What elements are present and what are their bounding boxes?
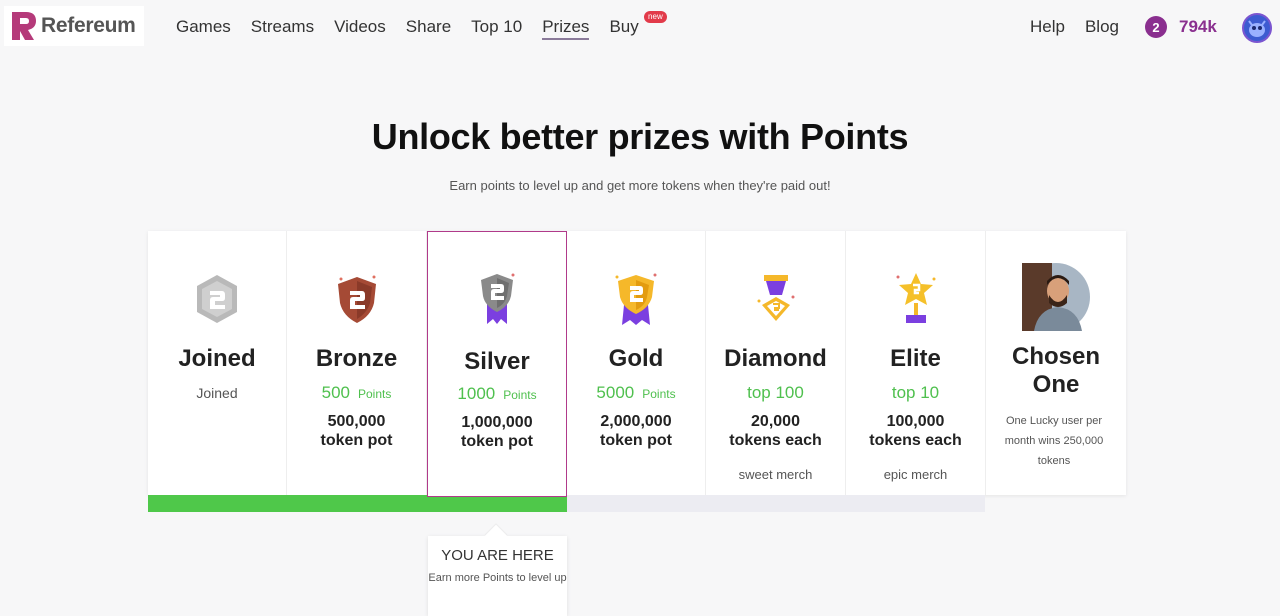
tier-joined: Joined Joined — [148, 231, 287, 495]
tier-points-unit: Points — [642, 387, 676, 401]
tier-reward-label: tokens each — [729, 432, 822, 449]
tier-pot-label: token pot — [600, 432, 672, 449]
gray-hexagon-icon — [197, 275, 237, 323]
tier-chosen-one: Chosen One One Lucky user per month wins … — [986, 231, 1126, 495]
tier-token-pot: 1,000,000 token pot — [428, 413, 566, 451]
avatar-creature-icon — [1244, 15, 1270, 41]
nav-item-games[interactable]: Games — [176, 17, 231, 40]
top-nav-bar: Refereum Games Streams Videos Share Top … — [0, 0, 1280, 56]
tier-token-reward: 100,000 tokens each — [846, 412, 985, 450]
tier-reward-amount: 100,000 — [886, 413, 945, 430]
tier-token-pot: 500,000 token pot — [287, 412, 426, 450]
tier-token-reward: 20,000 tokens each — [706, 412, 845, 450]
tier-merch: epic merch — [883, 467, 948, 482]
tier-pot-amount: 1,000,000 — [461, 414, 533, 431]
user-photo — [1022, 263, 1090, 331]
tier-name: Bronze — [315, 345, 398, 372]
page-title: Unlock better prizes with Points — [371, 116, 909, 157]
tier-reward-label: tokens each — [869, 432, 962, 449]
silver-ribbon-icon — [481, 273, 515, 324]
tier-points: 1000 Points — [428, 384, 566, 404]
you-are-here-title: YOU ARE HERE — [441, 547, 554, 564]
tier-silver: Silver 1000 Points 1,000,000 token pot — [427, 231, 567, 497]
refereum-logo[interactable]: Refereum — [4, 6, 144, 46]
tier-diamond: Diamond top 100 20,000 tokens each sweet … — [706, 231, 846, 495]
tier-name-line: Chosen — [1011, 343, 1100, 370]
tier-pot-label: token pot — [461, 433, 533, 450]
nav-item-share[interactable]: Share — [406, 17, 451, 40]
nav-item-prizes[interactable]: Prizes — [542, 17, 590, 40]
tier-rank: top 100 — [747, 383, 804, 402]
tier-points-unit: Points — [358, 387, 392, 401]
tier-points-value: 500 — [321, 383, 350, 402]
tier-name: Joined — [178, 345, 256, 372]
tier-bronze: Bronze 500 Points 500,000 token pot — [287, 231, 427, 495]
tier-cards: Joined Joined Bronze 500 Points 500,000 to… — [148, 231, 1126, 497]
nav-item-buy[interactable]: Buy new — [609, 11, 667, 40]
nav-item-help[interactable]: Help — [1030, 17, 1065, 37]
bronze-shield-icon — [337, 275, 376, 323]
points-balance[interactable]: 2 794k — [1145, 16, 1217, 38]
tier-name: Chosen One — [986, 343, 1126, 399]
tier-pot-amount: 500,000 — [327, 413, 386, 430]
gold-ribbon-icon — [615, 273, 657, 325]
nav-item-streams[interactable]: Streams — [251, 17, 314, 40]
tier-points: 5000 Points — [567, 383, 705, 403]
tier-name: Diamond — [724, 345, 827, 372]
tier-reward-amount: 20,000 — [751, 413, 800, 430]
main-nav: Games Streams Videos Share Top 10 Prizes… — [176, 11, 667, 40]
you-are-here-subtitle: Earn more Points to level up — [428, 572, 567, 584]
tier-status: Joined — [196, 385, 238, 401]
brand-name: Refereum — [41, 14, 136, 37]
tier-rank: top 10 — [891, 383, 940, 402]
page-subtitle: Earn points to level up and get more tok… — [449, 178, 831, 193]
new-badge: new — [644, 11, 667, 23]
tier-description: One Lucky user per month wins 250,000 to… — [1004, 415, 1104, 467]
tier-points: 500 Points — [287, 383, 426, 403]
tier-name: Elite — [890, 345, 941, 372]
you-are-here-tooltip: YOU ARE HERE Earn more Points to level u… — [428, 536, 567, 616]
tier-pot-amount: 2,000,000 — [600, 413, 672, 430]
nav-item-videos[interactable]: Videos — [334, 17, 386, 40]
tier-merch: sweet merch — [738, 467, 813, 482]
star-trophy-icon — [896, 273, 935, 323]
tier-points-value: 1000 — [457, 384, 496, 403]
tier-name: Silver — [464, 348, 530, 375]
nav-item-buy-label: Buy — [609, 17, 639, 36]
diamond-medal-icon — [757, 275, 794, 321]
tier-points-value: 5000 — [596, 383, 635, 402]
user-avatar[interactable] — [1242, 13, 1272, 43]
nav-item-top-10[interactable]: Top 10 — [471, 17, 522, 40]
level-progress-bar — [148, 495, 985, 512]
tier-points-unit: Points — [503, 388, 537, 402]
points-value: 794k — [1179, 17, 1217, 36]
points-coin-icon: 2 — [1145, 16, 1167, 38]
tier-token-pot: 2,000,000 token pot — [567, 412, 705, 450]
tier-name: Gold — [608, 345, 664, 372]
tier-pot-label: token pot — [320, 432, 393, 449]
secondary-nav: Help Blog — [1030, 17, 1139, 37]
refereum-logo-mark-icon — [12, 12, 36, 40]
tier-name-line: One — [1032, 371, 1080, 398]
nav-item-blog[interactable]: Blog — [1085, 17, 1119, 37]
level-progress-fill — [148, 495, 567, 512]
tier-gold: Gold 5000 Points 2,000,000 token pot — [567, 231, 706, 495]
tier-elite: Elite top 10 100,000 tokens each epic mer… — [846, 231, 986, 495]
